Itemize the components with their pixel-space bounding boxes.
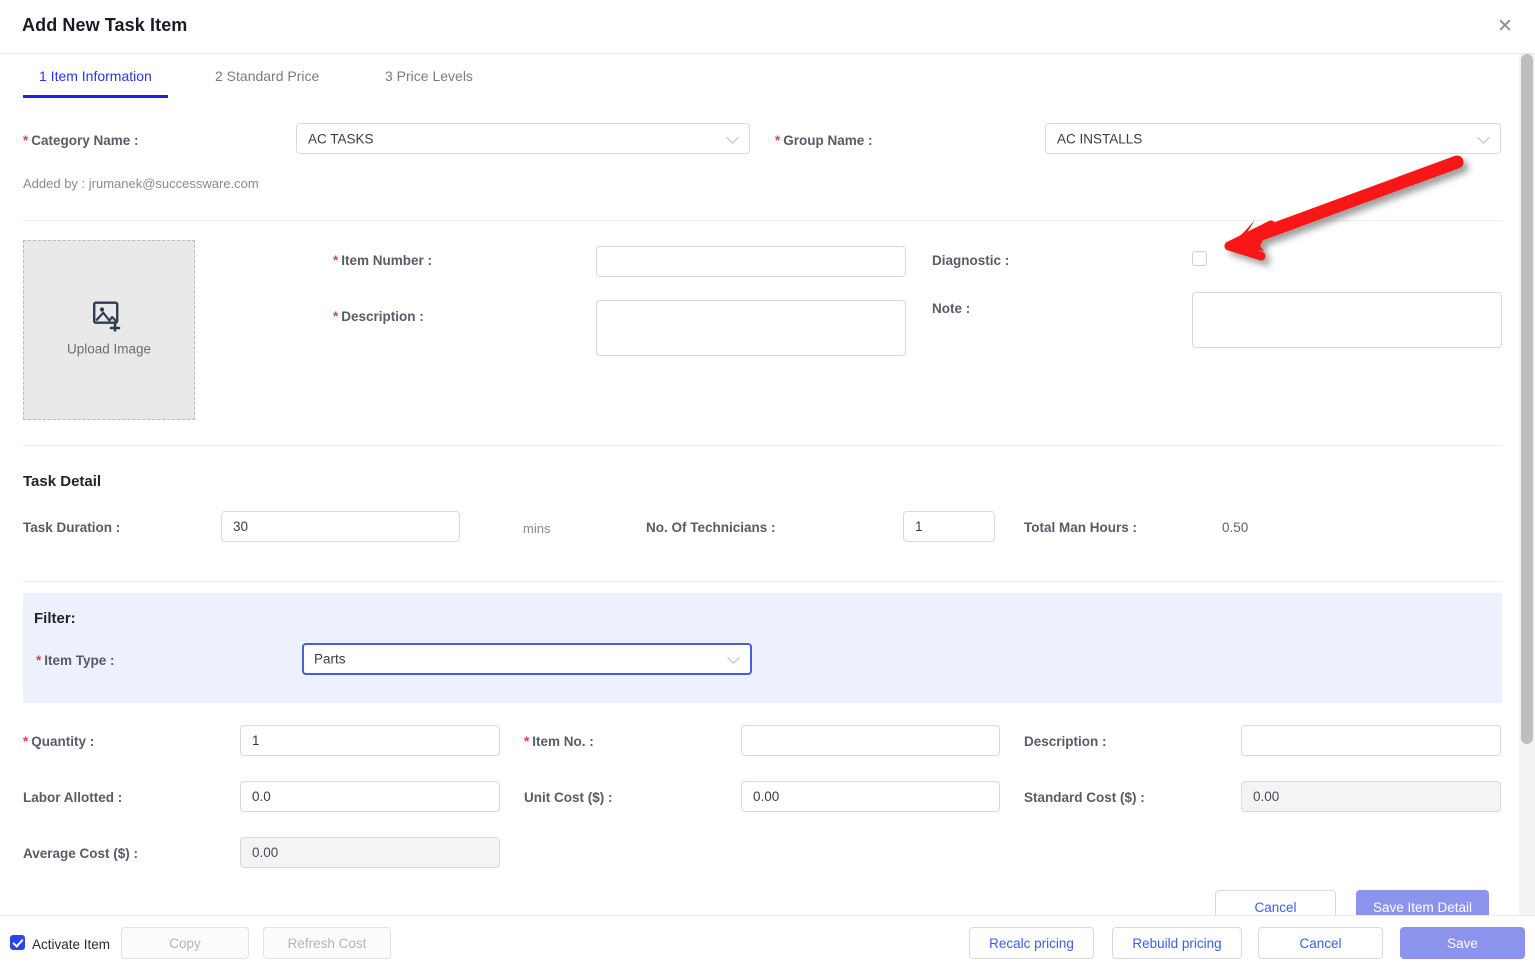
item-number-input[interactable] <box>596 246 906 277</box>
diagnostic-label: Diagnostic : <box>932 253 1010 268</box>
image-upload-icon <box>93 301 121 332</box>
standard-cost-label: Standard Cost ($) : <box>1024 790 1145 805</box>
filter-panel: Filter: * Item Type : Parts <box>23 593 1502 703</box>
modal-header: Add New Task Item ✕ <box>0 0 1535 54</box>
scrollbar-thumb[interactable] <box>1521 54 1533 744</box>
copy-button[interactable]: Copy <box>121 927 249 959</box>
unit-cost-label: Unit Cost ($) : <box>524 790 613 805</box>
group-name-value: AC INSTALLS <box>1057 131 1143 146</box>
page-title: Add New Task Item <box>22 15 188 35</box>
mins-unit-label: mins <box>523 521 551 536</box>
modal-body: * Category Name : AC TASKS * Group Name : … <box>0 105 1519 924</box>
add-task-item-modal: Add New Task Item ✕ 1 Item Information 2… <box>0 0 1535 971</box>
tab-standard-price[interactable]: 2 Standard Price <box>215 68 319 84</box>
no-of-technicians-label: No. Of Technicians : <box>646 520 776 535</box>
item-no-label: * Item No. : <box>524 734 594 749</box>
upload-image-label: Upload Image <box>66 341 152 357</box>
no-of-technicians-input[interactable] <box>903 511 995 542</box>
task-detail-section-title: Task Detail <box>23 473 102 490</box>
category-name-select[interactable]: AC TASKS <box>296 123 750 154</box>
required-asterisk: * <box>23 133 29 148</box>
category-name-value: AC TASKS <box>308 131 374 146</box>
labor-allotted-input[interactable] <box>240 781 500 812</box>
tab-item-information[interactable]: 1 Item Information <box>39 68 152 84</box>
recalc-pricing-button[interactable]: Recalc pricing <box>969 927 1094 959</box>
description-textarea[interactable] <box>596 300 906 356</box>
standard-cost-input <box>1241 781 1501 812</box>
rebuild-pricing-button[interactable]: Rebuild pricing <box>1112 927 1242 959</box>
upload-image-inner: Upload Image <box>24 301 194 359</box>
diagnostic-checkbox[interactable] <box>1192 251 1207 266</box>
chevron-down-icon <box>727 651 740 664</box>
chevron-down-icon <box>726 130 739 144</box>
filter-title: Filter: <box>34 610 76 627</box>
activate-item-checkbox[interactable] <box>10 935 25 950</box>
chevron-down-icon <box>1477 130 1490 144</box>
modal-footer: Activate Item Copy Refresh Cost Recalc p… <box>0 915 1535 971</box>
total-man-hours-value: 0.50 <box>1222 520 1249 535</box>
average-cost-label: Average Cost ($) : <box>23 846 139 861</box>
item-number-label: * Item Number : <box>333 253 433 268</box>
item-no-input[interactable] <box>741 725 1000 756</box>
tab-price-levels[interactable]: 3 Price Levels <box>385 68 473 84</box>
unit-cost-input[interactable] <box>741 781 1000 812</box>
required-asterisk: * <box>775 133 781 148</box>
upload-image-dropzone[interactable]: Upload Image <box>23 240 195 420</box>
tab-bar: 1 Item Information 2 Standard Price 3 Pr… <box>0 54 1519 105</box>
category-name-label: * Category Name : <box>23 133 139 148</box>
required-asterisk: * <box>23 734 29 749</box>
quantity-input[interactable] <box>240 725 500 756</box>
note-textarea[interactable] <box>1192 292 1502 348</box>
added-by-text: Added by : jrumanek@successware.com <box>23 176 259 191</box>
item-type-select[interactable]: Parts <box>302 643 752 675</box>
save-button[interactable]: Save <box>1400 927 1525 959</box>
quantity-label: * Quantity : <box>23 734 95 749</box>
divider-3 <box>23 581 1502 582</box>
required-asterisk: * <box>333 253 339 268</box>
tab-active-underline <box>23 95 168 98</box>
description-label: * Description : <box>333 309 424 324</box>
scrollbar-track[interactable] <box>1519 54 1535 915</box>
divider-2 <box>23 445 1502 446</box>
required-asterisk: * <box>36 653 42 668</box>
note-label: Note : <box>932 301 971 316</box>
detail-description-label: Description : <box>1024 734 1107 749</box>
detail-description-input[interactable] <box>1241 725 1501 756</box>
labor-allotted-label: Labor Allotted : <box>23 790 123 805</box>
total-man-hours-label: Total Man Hours : <box>1024 520 1137 535</box>
required-asterisk: * <box>524 734 530 749</box>
refresh-cost-button[interactable]: Refresh Cost <box>263 927 391 959</box>
task-duration-input[interactable] <box>221 511 460 542</box>
item-type-label: * Item Type : <box>36 653 115 668</box>
group-name-label: * Group Name : <box>775 133 873 148</box>
task-duration-label: Task Duration : <box>23 520 121 535</box>
cancel-button[interactable]: Cancel <box>1258 927 1383 959</box>
item-type-value: Parts <box>314 651 346 667</box>
required-asterisk: * <box>333 309 339 324</box>
close-icon[interactable]: ✕ <box>1493 15 1517 39</box>
divider-1 <box>23 220 1502 221</box>
average-cost-input <box>240 837 500 868</box>
group-name-select[interactable]: AC INSTALLS <box>1045 123 1501 154</box>
activate-item-label: Activate Item <box>32 937 111 952</box>
